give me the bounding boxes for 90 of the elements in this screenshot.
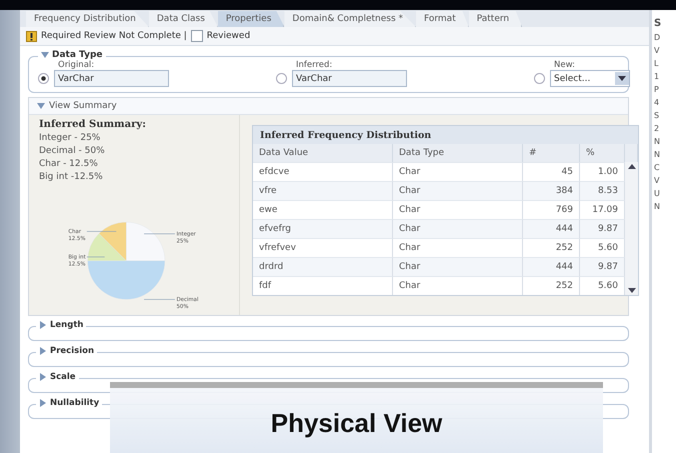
table-cell: 252: [523, 276, 580, 295]
table-cell: 45: [523, 162, 580, 181]
table-cell: 384: [523, 181, 580, 200]
side-text: V: [654, 46, 660, 55]
summary-title: Inferred Summary:: [39, 119, 147, 130]
section-title: View Summary: [49, 101, 117, 111]
caption: Physical View: [110, 382, 603, 453]
table-cell: vfrefvev: [253, 238, 393, 257]
dropdown-icon: [618, 76, 626, 81]
table-title: Inferred Frequency Distribution: [253, 126, 638, 144]
collapsed-triangle-icon[interactable]: [39, 347, 47, 355]
table-cell: efdcve: [253, 162, 393, 181]
side-text: 2: [654, 124, 660, 133]
column-header[interactable]: %: [580, 144, 625, 162]
table-cell: 444: [523, 257, 580, 276]
side-text: S: [654, 111, 660, 120]
leader-line: [86, 256, 105, 258]
column-header[interactable]: Data Type: [393, 144, 523, 162]
field-label: Inferred:: [295, 60, 334, 70]
table-cell: 5.60: [580, 276, 625, 295]
side-text: N: [654, 150, 661, 159]
expand-triangle-icon[interactable]: [37, 102, 45, 110]
section-title: Data Type: [52, 50, 103, 60]
side-text: N: [654, 202, 661, 211]
table-cell: 1.00: [580, 162, 625, 181]
table-cell: Char: [393, 219, 523, 238]
expand-triangle-icon[interactable]: [41, 51, 49, 59]
side-text: S: [654, 18, 662, 29]
collapsed-triangle-icon[interactable]: [39, 373, 47, 381]
tab[interactable]: Pattern: [468, 11, 522, 27]
side-text: L: [654, 59, 660, 68]
tab[interactable]: Data Class: [148, 11, 218, 27]
summary-line: Char - 12.5%: [39, 159, 99, 169]
summary-line: Integer - 25%: [39, 133, 102, 143]
input-field[interactable]: VarChar: [292, 70, 407, 87]
radio-button[interactable]: [38, 73, 49, 84]
header-corner: [625, 144, 638, 162]
side-text: V: [654, 176, 660, 185]
column-header[interactable]: #: [523, 144, 580, 162]
table-cell: efvefrg: [253, 219, 393, 238]
side-text: U: [654, 189, 661, 198]
table-cell: ewe: [253, 200, 393, 219]
column-header[interactable]: Data Value: [253, 144, 393, 162]
table-cell: 5.60: [580, 238, 625, 257]
side-text: N: [654, 137, 661, 146]
table-cell: 444: [523, 219, 580, 238]
tab[interactable]: Properties: [218, 11, 284, 27]
leader-line: [86, 231, 117, 232]
radio-button[interactable]: [534, 73, 545, 84]
leader-line: [144, 299, 176, 300]
tab[interactable]: Domain& Completness *: [284, 11, 416, 27]
summary-line: Big int -12.5%: [39, 172, 104, 182]
table-cell: Char: [393, 200, 523, 219]
table-cell: 252: [523, 238, 580, 257]
field-label: New:: [553, 60, 576, 70]
summary-line: Decimal - 50%: [39, 146, 106, 156]
table-cell: Char: [393, 162, 523, 181]
scroll-up-icon[interactable]: [628, 164, 636, 169]
leader-line: [144, 233, 176, 234]
table-cell: fdf: [253, 276, 393, 295]
side-text: C: [654, 163, 661, 172]
scrollbar[interactable]: [625, 162, 638, 295]
table-cell: 9.87: [580, 219, 625, 238]
table-cell: Char: [393, 276, 523, 295]
reviewed-checkbox[interactable]: [190, 30, 203, 42]
table-cell: vfre: [253, 181, 393, 200]
table-cell: Char: [393, 181, 523, 200]
table-cell: 769: [523, 200, 580, 219]
table-cell: 17.09: [580, 200, 625, 219]
input-field[interactable]: VarChar: [54, 70, 169, 87]
side-text: P: [654, 85, 660, 94]
table-cell: 9.87: [580, 257, 625, 276]
side-text: 1: [654, 72, 660, 81]
radio-button[interactable]: [276, 73, 287, 84]
tab[interactable]: Format: [416, 11, 469, 27]
collapsed-triangle-icon[interactable]: [39, 399, 47, 407]
table-cell: Char: [393, 238, 523, 257]
checkbox-label: Reviewed: [206, 31, 250, 41]
table-cell: Char: [393, 257, 523, 276]
collapsed-triangle-icon[interactable]: [39, 321, 47, 329]
scroll-down-icon[interactable]: [628, 288, 636, 293]
table-cell: 8.53: [580, 181, 625, 200]
tab[interactable]: Frequency Distribution: [26, 11, 149, 27]
select-field[interactable]: Select...: [550, 70, 630, 87]
field-label: Original:: [57, 60, 96, 70]
side-text: D: [654, 33, 662, 42]
review-status: Required Review Not Complete |: [41, 31, 187, 41]
table-cell: drdrd: [253, 257, 393, 276]
warning-icon: [26, 30, 37, 42]
side-text: 4: [654, 98, 660, 107]
